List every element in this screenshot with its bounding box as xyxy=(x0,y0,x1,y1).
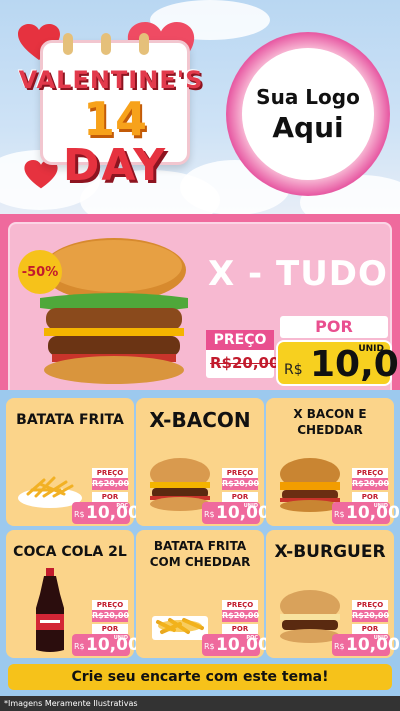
old-price-box: PREÇO R$20,00 POR xyxy=(92,468,130,502)
product-card: BATATA FRITA COM CHEDDAR PREÇO R$20,00 P… xyxy=(136,530,270,658)
logo-line1: Sua Logo xyxy=(256,84,360,109)
por-label: POR xyxy=(352,624,388,634)
currency: R$ xyxy=(74,510,85,519)
featured-section: -50% X - TUDO PREÇO R$20,00 POR R$ 10,00… xyxy=(0,214,400,400)
preco-label: PREÇO xyxy=(222,468,258,478)
unit-label: UNID xyxy=(243,503,258,509)
por-label: POR xyxy=(352,492,388,502)
currency: R$ xyxy=(334,510,345,519)
header-banner: VALENTINE'S 14 DAY Sua Logo Aqui xyxy=(0,0,400,218)
currency: R$ xyxy=(204,510,215,519)
preco-label: PREÇO xyxy=(352,468,388,478)
old-price-box: PREÇO R$20,00 POR xyxy=(352,468,390,502)
old-price: R$20,00 xyxy=(92,610,130,622)
old-price: R$20,00 xyxy=(222,478,260,490)
old-price: R$20,00 xyxy=(352,610,390,622)
old-price-box: PREÇO R$20,00 POR xyxy=(222,468,260,502)
currency: R$ xyxy=(74,642,85,651)
product-price: R$ 10,00 UNID xyxy=(72,634,140,656)
old-price: R$20,00 xyxy=(352,478,390,490)
unit-label: UNID xyxy=(373,635,388,641)
product-card: BATATA FRITA PREÇO R$20,00 POR R$ 10,00 … xyxy=(6,398,140,526)
currency: R$ xyxy=(204,642,215,651)
product-card: X-BACON PREÇO R$20,00 POR R$ 10,00 UNID xyxy=(136,398,270,526)
product-title: X-BURGUER xyxy=(274,542,386,562)
product-card: COCA COLA 2L PREÇO R$20,00 POR R$ 10,00 … xyxy=(6,530,140,658)
old-price-box: PREÇO R$20,00 POR xyxy=(352,600,390,634)
por-label: POR xyxy=(222,492,258,502)
preco-label: PREÇO xyxy=(92,468,128,478)
unit-label: POÇ xyxy=(246,635,258,641)
currency: R$ xyxy=(284,362,303,378)
product-title: X-BACON xyxy=(149,408,251,432)
unit-label: UNID xyxy=(358,344,384,354)
featured-card: -50% X - TUDO PREÇO R$20,00 POR R$ 10,00… xyxy=(8,222,400,400)
product-price: R$ 10,00 POÇ xyxy=(202,634,270,656)
valentines-text: VALENTINE'S xyxy=(18,66,204,94)
soda-bottle-image xyxy=(36,568,64,652)
old-price: R$20,00 xyxy=(92,478,130,490)
old-price: R$20,00 xyxy=(210,354,280,372)
day-text: DAY xyxy=(62,140,168,191)
old-price-box: PREÇO R$20,00 POR xyxy=(92,600,130,634)
discount-badge: -50% xyxy=(18,250,62,294)
product-title: X BACON E CHEDDAR xyxy=(293,407,367,437)
product-title: BATATA FRITA COM CHEDDAR xyxy=(149,539,251,569)
featured-title: X - TUDO xyxy=(208,254,388,294)
unit-label: UNID xyxy=(113,635,128,641)
old-price: R$20,00 xyxy=(222,610,260,622)
por-label: POR xyxy=(280,316,388,338)
disclaimer-text: *Imagens Meramente Ilustrativas xyxy=(0,696,400,711)
logo-line2: Aqui xyxy=(272,110,344,144)
product-card: X-BURGUER PREÇO R$20,00 POR R$ 10,00 UNI… xyxy=(266,530,400,658)
logo-placeholder: Sua Logo Aqui xyxy=(226,32,390,196)
old-price-box: PREÇO R$20,00 xyxy=(206,330,279,378)
fourteen-text: 14 xyxy=(82,92,147,146)
price-value: 10,00 xyxy=(86,503,140,523)
old-price-box: PREÇO R$20,00 POR xyxy=(222,600,260,634)
price-value: 10,00 xyxy=(310,344,400,385)
product-price: R$ 10,00 UNID xyxy=(332,502,400,524)
por-label: POR xyxy=(92,492,128,502)
product-price: R$ 10,00 UNID xyxy=(332,634,400,656)
unit-label: UNID xyxy=(373,503,388,509)
preco-label: PREÇO xyxy=(206,330,274,350)
product-title: BATATA FRITA xyxy=(16,412,124,428)
unit-label: POÇ xyxy=(116,503,128,509)
preco-label: PREÇO xyxy=(352,600,388,610)
product-price: R$ 10,00 POÇ xyxy=(72,502,140,524)
currency: R$ xyxy=(334,642,345,651)
featured-price: R$ 10,00 UNID xyxy=(276,340,400,386)
por-label: POR xyxy=(222,624,258,634)
product-card: X BACON E CHEDDAR PREÇO R$20,00 POR R$ 1… xyxy=(266,398,400,526)
preco-label: PREÇO xyxy=(92,600,128,610)
product-title: COCA COLA 2L xyxy=(13,544,127,560)
preco-label: PREÇO xyxy=(222,600,258,610)
cta-banner[interactable]: Crie seu encarte com este tema! xyxy=(8,664,392,690)
product-price: R$ 10,00 UNID xyxy=(202,502,270,524)
price-value: 10,00 xyxy=(216,635,270,655)
por-label: POR xyxy=(92,624,128,634)
